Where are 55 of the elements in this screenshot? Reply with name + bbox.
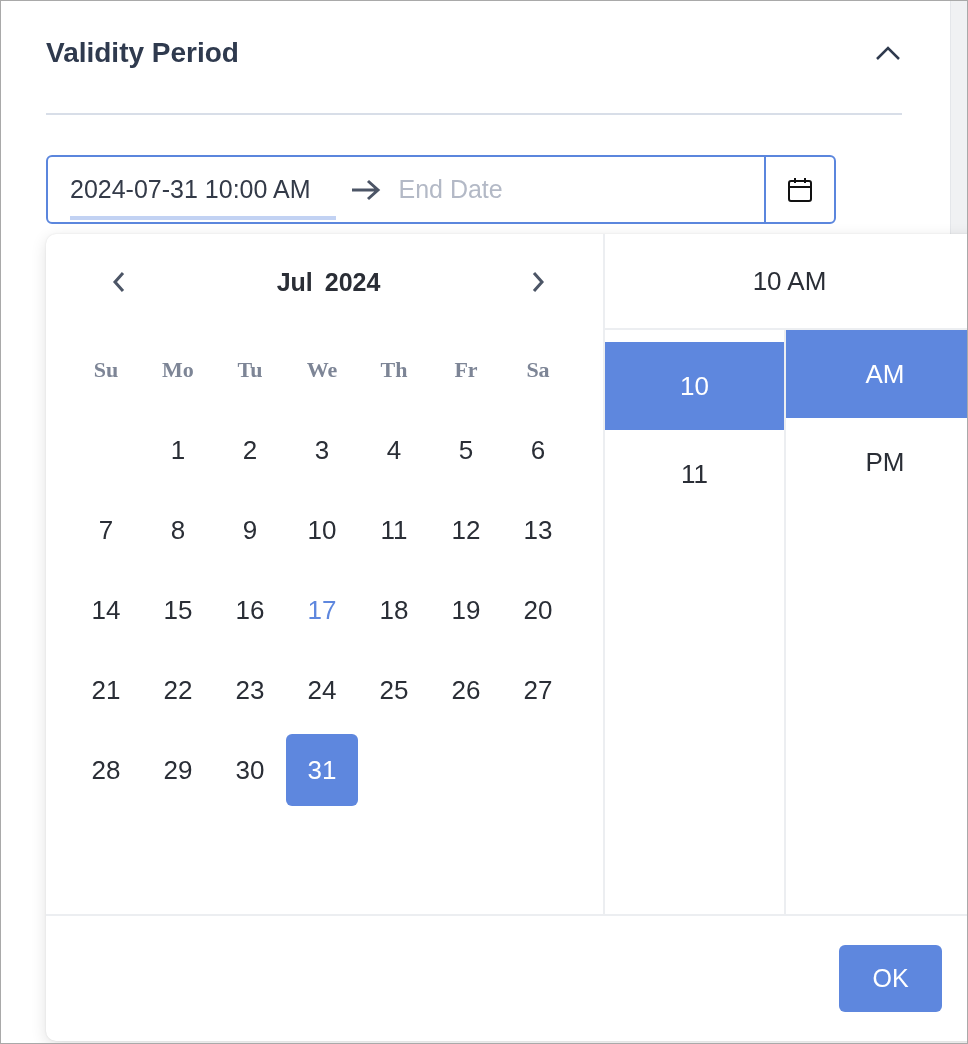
- selected-time: 10 AM: [752, 265, 827, 297]
- weekday-label: Sa: [525, 356, 551, 384]
- day-cell[interactable]: 3: [286, 414, 358, 486]
- day-cell[interactable]: 26: [430, 654, 502, 726]
- day-cell[interactable]: 31: [286, 734, 358, 806]
- year-label[interactable]: 2024: [324, 267, 381, 297]
- day-cell[interactable]: 1: [142, 414, 214, 486]
- hour-option[interactable]: 10: [605, 342, 784, 430]
- day-cell[interactable]: 30: [214, 734, 286, 806]
- day-cell[interactable]: 21: [70, 654, 142, 726]
- day-cell[interactable]: 18: [358, 574, 430, 646]
- day-cell[interactable]: 5: [430, 414, 502, 486]
- period-option[interactable]: AM: [786, 330, 967, 418]
- day-cell[interactable]: 19: [430, 574, 502, 646]
- day-cell[interactable]: 24: [286, 654, 358, 726]
- day-cell[interactable]: 11: [358, 494, 430, 566]
- day-cell[interactable]: 16: [214, 574, 286, 646]
- arrow-right-icon: [350, 177, 383, 202]
- chevron-left-icon: [112, 271, 126, 293]
- day-cell[interactable]: 14: [70, 574, 142, 646]
- day-cell[interactable]: 10: [286, 494, 358, 566]
- weekday-label: Th: [379, 356, 409, 384]
- day-cell[interactable]: 29: [142, 734, 214, 806]
- day-cell[interactable]: 28: [70, 734, 142, 806]
- calendar-icon: [787, 176, 813, 203]
- chevron-right-icon: [531, 271, 545, 293]
- day-cell[interactable]: 7: [70, 494, 142, 566]
- chevron-up-icon[interactable]: [874, 44, 902, 62]
- day-cell[interactable]: 23: [214, 654, 286, 726]
- weekday-label: Fr: [453, 356, 479, 384]
- month-label[interactable]: Jul: [276, 267, 313, 297]
- section-title: Validity Period: [46, 37, 239, 69]
- day-cell[interactable]: 9: [214, 494, 286, 566]
- day-cell[interactable]: 4: [358, 414, 430, 486]
- day-cell[interactable]: 27: [502, 654, 574, 726]
- date-range-field[interactable]: 2024-07-31 10:00 AM End Date: [46, 155, 836, 224]
- day-cell[interactable]: 17: [286, 574, 358, 646]
- weekday-label: Mo: [161, 356, 195, 384]
- day-cell[interactable]: 6: [502, 414, 574, 486]
- start-date-value[interactable]: 2024-07-31 10:00 AM: [70, 175, 311, 204]
- day-cell[interactable]: 12: [430, 494, 502, 566]
- day-cell[interactable]: 20: [502, 574, 574, 646]
- end-date-field[interactable]: End Date: [396, 157, 764, 222]
- hour-option[interactable]: 11: [605, 430, 784, 518]
- day-cell[interactable]: 8: [142, 494, 214, 566]
- day-cell[interactable]: 2: [214, 414, 286, 486]
- day-cell[interactable]: 25: [358, 654, 430, 726]
- day-cell[interactable]: 22: [142, 654, 214, 726]
- weekday-label: Su: [92, 356, 120, 384]
- weekday-label: We: [305, 356, 339, 384]
- ok-button[interactable]: OK: [839, 945, 942, 1012]
- period-option[interactable]: PM: [786, 418, 967, 506]
- weekday-label: Tu: [236, 356, 264, 384]
- day-cell[interactable]: 13: [502, 494, 574, 566]
- day-cell[interactable]: 15: [142, 574, 214, 646]
